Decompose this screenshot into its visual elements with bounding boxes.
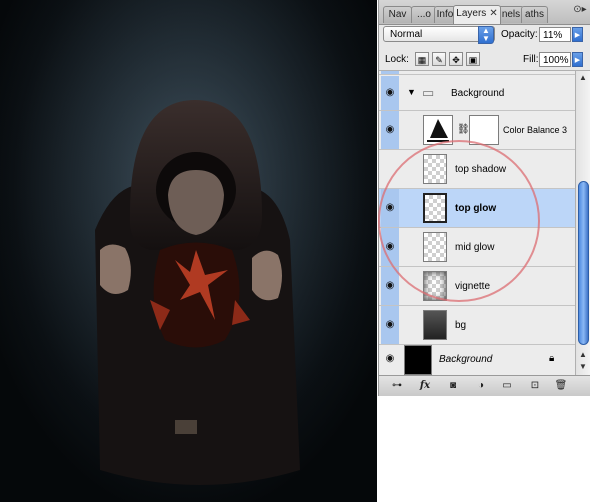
- lock-icon: 🔒︎: [549, 353, 555, 364]
- lock-image-icon[interactable]: ✎: [432, 52, 446, 66]
- photo-canvas[interactable]: [0, 0, 377, 502]
- folder-icon: ▭: [422, 85, 435, 100]
- layer-name: Background: [451, 88, 505, 99]
- visibility-toggle[interactable]: ◉: [381, 76, 399, 110]
- fill-label: Fill:: [523, 54, 539, 65]
- palette-bottom-bar: ⊶ fx ◙ ◑ ▭ ⊡ 🗑︎: [379, 375, 590, 396]
- layer-thumbnail: [423, 193, 447, 223]
- layer-name: vignette: [455, 281, 491, 292]
- blend-mode-select[interactable]: Normal ▲ ▼: [383, 26, 495, 44]
- tab-layers[interactable]: Layers ✕: [453, 5, 501, 24]
- eye-icon: ◉: [385, 241, 395, 252]
- hooded-figure-image: [0, 0, 377, 502]
- layer-thumbnail: [423, 271, 447, 301]
- layer-name: mid glow: [455, 242, 495, 253]
- layer-row-group-background[interactable]: ◉ ▼ ▭ Background: [379, 76, 575, 111]
- lock-label: Lock:: [385, 54, 409, 65]
- trash-icon[interactable]: 🗑︎: [553, 379, 569, 393]
- adjustment-thumbnail: [423, 115, 453, 145]
- layer-row-color-balance-3[interactable]: ◉ ⛓ Color Balance 3: [379, 111, 575, 150]
- scroll-up-arrow-icon[interactable]: ▲: [579, 350, 587, 359]
- layer-thumbnail: [423, 154, 447, 184]
- layer-name: Color Balance 3: [503, 125, 568, 135]
- blend-mode-value: Normal: [390, 29, 423, 40]
- tab-navigator[interactable]: Nav: [383, 6, 412, 23]
- palette-tab-bar: Nav ...o Info Layers ✕ nels aths ⊙▸: [379, 0, 590, 25]
- eye-column: [381, 71, 399, 74]
- visibility-toggle[interactable]: ◉: [381, 111, 399, 149]
- layer-thumbnail: [404, 345, 432, 375]
- eye-icon: ◉: [385, 202, 395, 213]
- visibility-toggle[interactable]: ◉: [381, 345, 399, 375]
- chain-link-icon[interactable]: ⛓: [457, 124, 470, 135]
- fill-field[interactable]: 100%: [539, 52, 571, 67]
- opacity-field[interactable]: 11%: [539, 27, 571, 42]
- layer-name: bg: [455, 320, 467, 331]
- layer-row-bg[interactable]: ◉ bg: [379, 306, 575, 345]
- lock-all-icon[interactable]: ▣: [466, 52, 480, 66]
- close-icon[interactable]: ✕: [489, 8, 497, 19]
- layers-palette: Nav ...o Info Layers ✕ nels aths ⊙▸ Norma…: [378, 0, 590, 396]
- blend-row: Normal ▲ ▼ Opacity: 11% ▶: [379, 24, 590, 48]
- new-layer-icon[interactable]: ⊡: [527, 379, 543, 393]
- eye-icon: ◉: [385, 124, 395, 135]
- layer-row-top-shadow[interactable]: top shadow: [379, 150, 575, 189]
- tab-label: nels: [501, 9, 521, 20]
- layer-name: Background: [439, 354, 493, 365]
- eye-icon: ◉: [385, 353, 395, 364]
- layer-row-background[interactable]: ◉ Background 🔒︎: [379, 345, 575, 375]
- link-layers-icon[interactable]: ⊶: [389, 379, 405, 393]
- layer-row-clipped: [379, 71, 575, 75]
- tab-label: aths: [525, 9, 544, 20]
- lock-position-icon[interactable]: ✥: [449, 52, 463, 66]
- eye-icon: ◉: [385, 319, 395, 330]
- palette-menu-icon[interactable]: ⊙▸: [573, 3, 587, 17]
- tab-label: Info: [436, 9, 454, 20]
- fill-slider-arrow-icon[interactable]: ▶: [572, 52, 583, 67]
- tab-label: ...o: [417, 9, 431, 20]
- visibility-toggle[interactable]: [381, 150, 399, 188]
- mask-thumbnail: [469, 115, 499, 145]
- tab-paths[interactable]: aths: [521, 6, 548, 23]
- lock-transparency-icon[interactable]: ▦: [415, 52, 429, 66]
- color-balance-icon: [427, 119, 449, 142]
- visibility-toggle[interactable]: ◉: [381, 267, 399, 305]
- layer-name: top shadow: [455, 164, 507, 175]
- layer-row-top-glow[interactable]: ◉ top glow: [379, 189, 575, 228]
- add-mask-icon[interactable]: ◙: [445, 379, 461, 393]
- layer-list: ◉ ▼ ▭ Background ◉ ⛓ Color Balance 3 top…: [379, 71, 575, 375]
- visibility-toggle[interactable]: ◉: [381, 306, 399, 344]
- opacity-slider-arrow-icon[interactable]: ▶: [572, 27, 583, 42]
- chevron-updown-icon: ▲ ▼: [478, 26, 494, 44]
- eye-icon: ◉: [385, 87, 395, 98]
- layer-thumbnail: [423, 310, 447, 340]
- visibility-toggle[interactable]: ◉: [381, 189, 399, 227]
- visibility-toggle[interactable]: ◉: [381, 228, 399, 266]
- layer-row-vignette[interactable]: ◉ vignette: [379, 267, 575, 306]
- scrollbar-thumb[interactable]: [578, 181, 589, 345]
- new-group-folder-icon[interactable]: ▭: [499, 379, 515, 393]
- eye-icon: ◉: [385, 280, 395, 291]
- fx-icon[interactable]: fx: [417, 379, 433, 393]
- scroll-up-arrow-icon[interactable]: ▲: [579, 73, 587, 82]
- layer-list-scrollbar[interactable]: ▲ ▲ ▼: [575, 71, 590, 375]
- opacity-label: Opacity:: [501, 29, 538, 40]
- lock-row: Lock: ▦ ✎ ✥ ▣ Fill: 100% ▶: [379, 48, 590, 71]
- layer-name: top glow: [455, 203, 497, 214]
- adjustment-layer-icon[interactable]: ◑: [473, 379, 489, 393]
- disclosure-triangle-icon[interactable]: ▼: [407, 87, 416, 97]
- tab-label: Nav: [388, 9, 407, 20]
- layer-row-mid-glow[interactable]: ◉ mid glow: [379, 228, 575, 267]
- scroll-down-arrow-icon[interactable]: ▼: [579, 362, 587, 371]
- layer-thumbnail: [423, 232, 447, 262]
- tab-label: Layers: [456, 8, 487, 19]
